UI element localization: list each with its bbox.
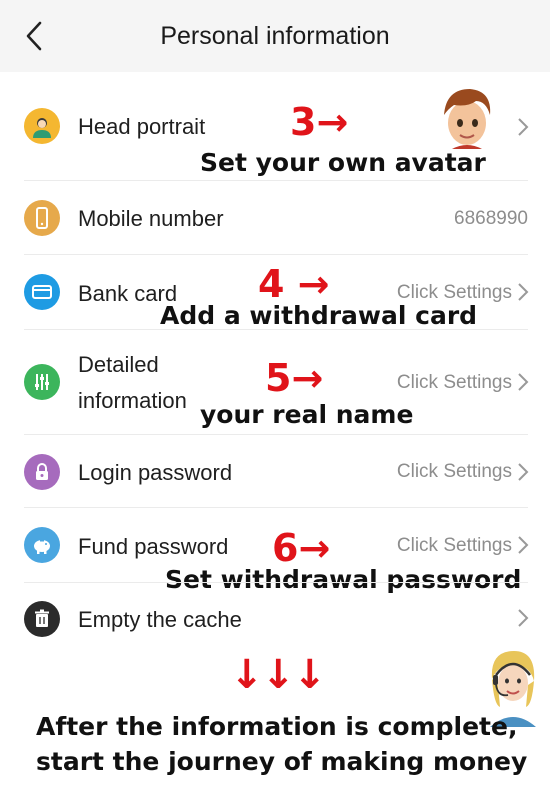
note-set-avatar: Set your own avatar — [200, 148, 486, 177]
row-value: Click Settings — [396, 535, 512, 556]
row-login-password[interactable]: Login password Click Settings — [0, 435, 550, 508]
chevron-right-icon — [518, 118, 529, 136]
row-label: Mobile number — [78, 206, 224, 231]
step-3-marker: 3→ — [290, 100, 349, 144]
avatar — [444, 89, 491, 149]
piggy-bank-icon — [24, 527, 60, 563]
row-empty-cache[interactable]: Empty the cache — [0, 583, 550, 655]
note-withdrawal-card: Add a withdrawal card — [160, 301, 478, 330]
page-title: Personal information — [160, 22, 390, 50]
step-6-marker: 6→ — [272, 526, 331, 570]
row-label: Login password — [78, 460, 233, 485]
row-value: Click Settings — [396, 461, 512, 482]
header-bar: Personal information — [0, 0, 550, 72]
note-real-name: your real name — [200, 400, 414, 429]
chevron-right-icon — [518, 283, 529, 301]
row-label: Empty the cache — [78, 607, 242, 632]
chevron-right-icon — [518, 373, 529, 391]
footer-line-1: After the information is complete, — [36, 712, 518, 741]
row-label: Fund password — [78, 534, 229, 559]
row-value: Click Settings — [396, 372, 512, 393]
footer-line-2: start the journey of making money — [36, 747, 528, 776]
down-arrows: ↓↓↓ — [230, 652, 327, 698]
trash-icon — [24, 601, 60, 637]
phone-icon — [24, 200, 60, 236]
row-label-line2: information — [78, 388, 187, 413]
sliders-icon — [24, 364, 60, 400]
step-5-marker: 5→ — [265, 356, 324, 400]
chevron-right-icon — [518, 536, 529, 554]
row-label: Head portrait — [78, 114, 206, 139]
lock-icon — [24, 454, 60, 490]
chevron-right-icon — [518, 609, 529, 627]
step-4-marker: 4 → — [258, 262, 330, 306]
chevron-right-icon — [518, 463, 529, 481]
card-icon — [24, 274, 60, 310]
row-label-line1: Detailed — [78, 352, 159, 377]
mobile-number-value: 6868990 — [454, 208, 528, 229]
row-mobile-number[interactable]: Mobile number 6868990 — [0, 181, 550, 255]
person-icon — [24, 108, 60, 144]
